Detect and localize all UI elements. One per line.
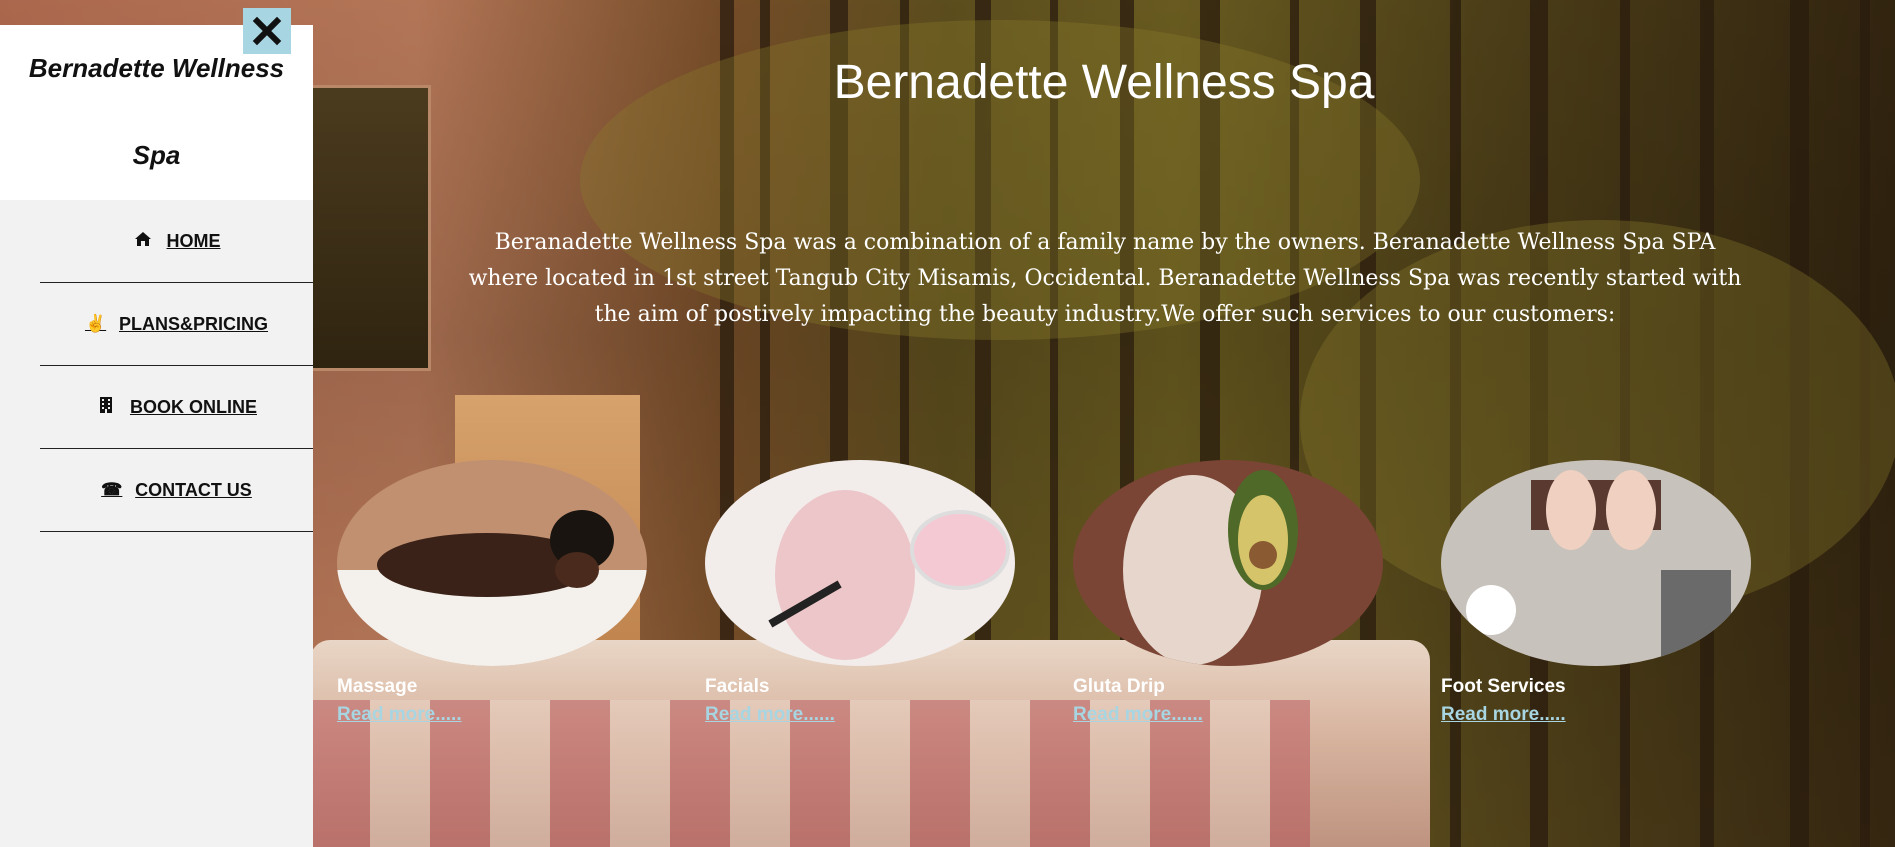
service-card-gluta-drip: Gluta Drip Read more...... <box>1073 460 1383 726</box>
close-icon <box>252 16 282 46</box>
nav-link-book-online[interactable]: BOOK ONLINE <box>96 396 257 419</box>
read-more-facials-link[interactable]: Read more...... <box>705 704 835 726</box>
sidebar-item-contact-us: ☎ CONTACT US <box>40 449 313 532</box>
nav-label-home: HOME <box>166 230 221 251</box>
service-name-massage: Massage <box>337 676 418 697</box>
service-name-foot-services: Foot Services <box>1441 676 1566 697</box>
service-card-foot-services: Foot Services Read more..... <box>1441 460 1751 726</box>
intro-paragraph: Beranadette Wellness Spa was a combinati… <box>468 230 1742 327</box>
building-icon <box>96 396 116 419</box>
service-card-massage: Massage Read more..... <box>337 460 647 726</box>
phone-volume-icon: ☎ <box>101 480 123 499</box>
massage-photo <box>337 460 647 666</box>
read-more-massage-link[interactable]: Read more..... <box>337 704 462 726</box>
sidebar: Bernadette Wellness Spa HOME ✌ PLANS&PRI… <box>0 25 313 847</box>
service-name-gluta-drip: Gluta Drip <box>1073 676 1165 697</box>
sidebar-item-home: HOME <box>40 200 313 283</box>
home-icon <box>133 231 153 252</box>
brand-name-line2: Spa <box>132 140 181 170</box>
service-card-facials: Facials Read more...... <box>705 460 1015 726</box>
nav-link-contact-us[interactable]: ☎ CONTACT US <box>101 480 252 501</box>
service-name-facials: Facials <box>705 676 770 697</box>
sidebar-item-book-online: BOOK ONLINE <box>40 366 313 449</box>
page-title: Bernadette Wellness Spa <box>833 56 1375 109</box>
peace-hand-icon: ✌ <box>84 314 107 333</box>
nav-label-contact-us: CONTACT US <box>135 479 252 500</box>
nav-link-plans-pricing[interactable]: ✌ PLANS&PRICING <box>85 314 268 335</box>
read-more-foot-services-link[interactable]: Read more..... <box>1441 704 1566 726</box>
sidebar-item-plans-pricing: ✌ PLANS&PRICING <box>40 283 313 366</box>
nav-label-plans-pricing: PLANS&PRICING <box>118 313 268 334</box>
gluta-drip-photo <box>1073 460 1383 666</box>
sidebar-nav: HOME ✌ PLANS&PRICING BOOK ONLINE ☎ CONTA… <box>0 200 313 532</box>
close-sidebar-button[interactable] <box>243 8 291 54</box>
foot-services-photo <box>1441 460 1751 666</box>
nav-label-book-online: BOOK ONLINE <box>129 396 257 417</box>
read-more-gluta-drip-link[interactable]: Read more...... <box>1073 704 1203 726</box>
facials-photo <box>705 460 1015 666</box>
page: Bernadette Wellness Spa HOME ✌ PLANS&PRI… <box>0 0 1895 847</box>
wall-window-decor <box>310 85 431 371</box>
nav-link-home[interactable]: HOME <box>133 231 221 252</box>
